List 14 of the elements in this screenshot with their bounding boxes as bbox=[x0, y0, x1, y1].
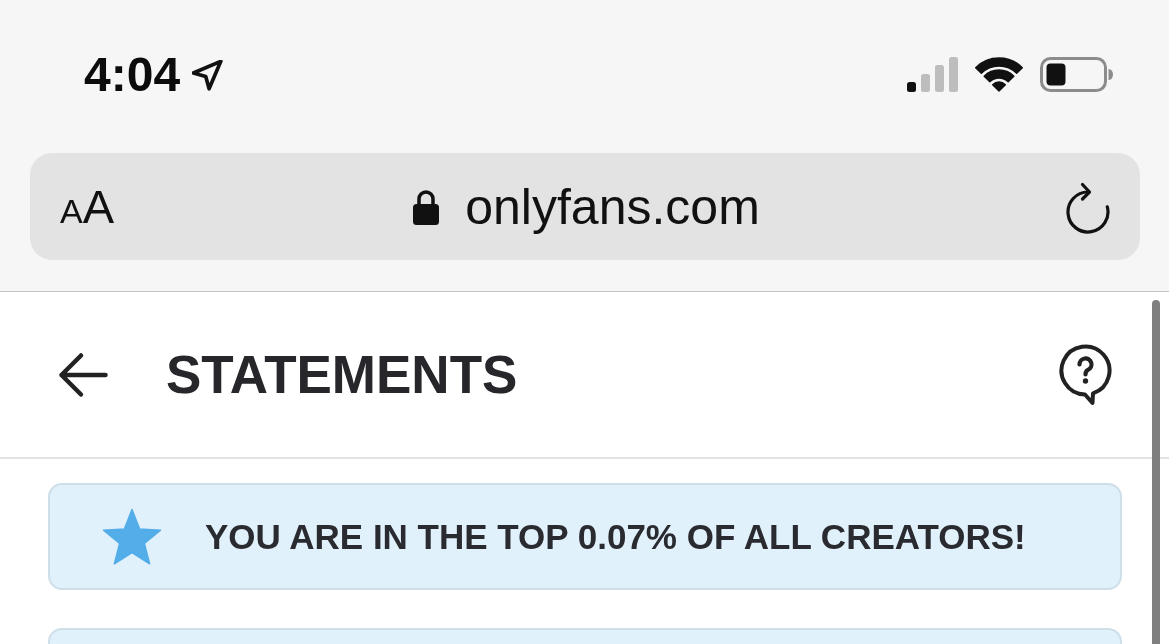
text-size-button[interactable]: AA bbox=[60, 183, 115, 230]
lock-icon bbox=[412, 187, 441, 226]
clock-time: 4:04 bbox=[84, 50, 181, 99]
url-text: onlyfans.com bbox=[465, 181, 760, 232]
help-icon[interactable] bbox=[1058, 343, 1113, 406]
banner-text: YOU ARE IN THE TOP 0.07% OF ALL CREATORS! bbox=[205, 519, 1026, 554]
battery-icon bbox=[1040, 57, 1113, 92]
address-bar[interactable]: AA onlyfans.com bbox=[30, 153, 1140, 260]
page-title: STATEMENTS bbox=[166, 348, 518, 401]
location-arrow-icon bbox=[192, 60, 224, 91]
back-arrow-icon[interactable] bbox=[58, 351, 108, 398]
signal-icon bbox=[907, 57, 958, 92]
wifi-icon bbox=[975, 57, 1023, 92]
star-icon bbox=[102, 508, 162, 565]
